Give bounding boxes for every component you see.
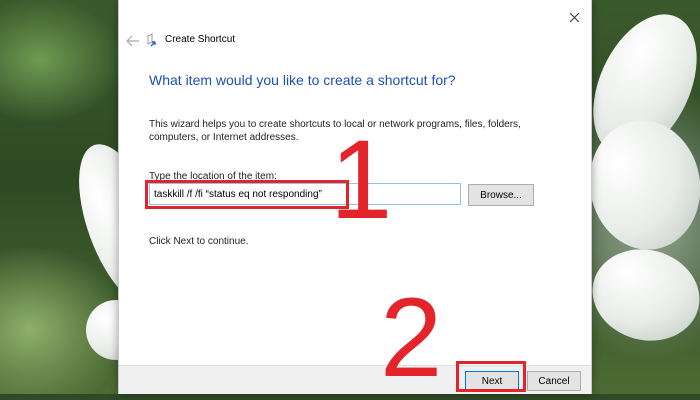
cancel-button[interactable]: Cancel (527, 371, 581, 391)
continue-hint: Click Next to continue. (149, 236, 249, 247)
location-label: Type the location of the item: (149, 171, 277, 182)
wizard-footer: Next Cancel (119, 365, 591, 394)
browse-button[interactable]: Browse... (468, 184, 534, 206)
dialog-title: Create Shortcut (165, 34, 236, 45)
wizard-titlebar: Create Shortcut (119, 28, 591, 54)
step2-number: 2 (380, 275, 443, 400)
wizard-heading: What item would you like to create a sho… (149, 72, 456, 88)
back-arrow-icon (126, 35, 139, 47)
shortcut-icon (147, 33, 156, 47)
next-button[interactable]: Next (465, 371, 519, 391)
flower-petal-right-low (582, 237, 700, 353)
close-button[interactable] (563, 6, 585, 28)
close-icon (569, 12, 579, 22)
back-button[interactable] (123, 32, 143, 50)
location-input[interactable] (149, 183, 461, 205)
step1-number: 1 (330, 117, 393, 242)
